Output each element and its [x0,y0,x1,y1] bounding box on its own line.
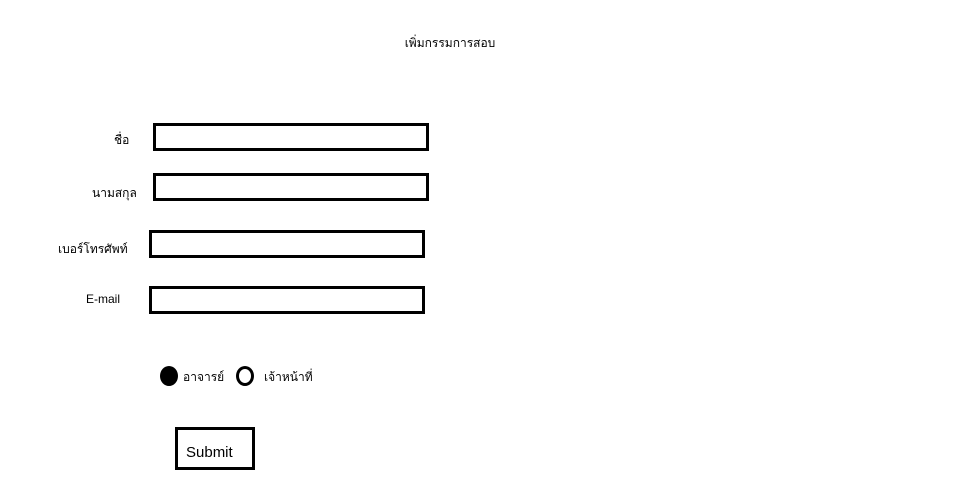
radio-teacher[interactable] [160,366,178,386]
last-name-label: นามสกุล [92,186,137,200]
email-input[interactable] [149,286,425,314]
submit-button[interactable]: Submit [175,427,255,470]
radio-teacher-label: อาจารย์ [183,370,225,384]
radio-staff[interactable] [236,366,254,386]
last-name-input[interactable] [153,173,429,201]
email-label: E-mail [86,292,121,306]
page-title: เพิ่มกรรมการสอบ [404,36,496,50]
first-name-label: ชื่อ [114,133,130,147]
first-name-input[interactable] [153,123,429,151]
radio-staff-label: เจ้าหน้าที่ [264,370,313,384]
phone-input[interactable] [149,230,425,258]
phone-label: เบอร์โทรศัพท์ [58,242,128,256]
